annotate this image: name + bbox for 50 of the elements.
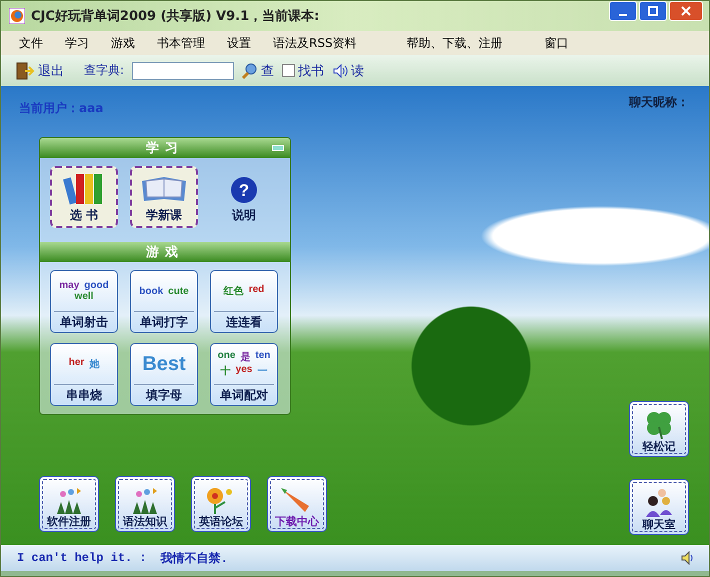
close-icon [681, 6, 691, 16]
status-chinese-text: 我情不自禁. [160, 550, 228, 566]
game-button[interactable]: her 她 串串烧 [50, 343, 118, 406]
side-button[interactable]: 轻松记 [629, 401, 689, 457]
side-button[interactable]: 聊天室 [629, 479, 689, 535]
panel-title: 学习 [146, 140, 184, 157]
game-button[interactable]: may good well 单词射击 [50, 270, 118, 333]
read-button[interactable]: 读 [332, 62, 364, 80]
speaker-icon [681, 551, 695, 565]
menu-item[interactable]: 游戏 [111, 34, 135, 52]
help-icon: ? [229, 175, 259, 205]
dictionary-label: 查字典: [84, 62, 124, 79]
menu-item[interactable]: 语法及RSS资料 [273, 34, 357, 52]
door-arrow-icon [15, 60, 35, 80]
section-title: 游戏 [146, 244, 184, 261]
window-title: CJC好玩背单词2009 (共享版) V9.1，当前课本: [31, 8, 320, 25]
speaker-icon [332, 62, 348, 78]
people-icon [644, 487, 674, 517]
find-book-checkbox[interactable]: 找书 [282, 62, 324, 80]
menu-item[interactable]: 窗口 [544, 34, 569, 52]
study-button[interactable]: ? 说明 [210, 166, 278, 228]
status-english-text: I can't help it. : [17, 551, 147, 565]
clover-icon [644, 409, 674, 439]
close-button[interactable] [669, 1, 703, 21]
study-button[interactable]: 学新课 [130, 166, 198, 228]
minimize-icon [619, 14, 627, 16]
menu-item[interactable]: 文件 [19, 34, 43, 52]
minimize-button[interactable] [609, 1, 637, 21]
game-button[interactable]: book cute 单词打字 [130, 270, 198, 333]
game-button[interactable]: Best 填字母 [130, 343, 198, 406]
menu-item[interactable]: 学习 [65, 34, 89, 52]
game-button[interactable]: one 是 ten 十 yes 一 单词配对 [210, 343, 278, 406]
chat-nickname-label: 聊天昵称： [629, 94, 689, 111]
maximize-button[interactable] [639, 1, 667, 21]
feature-button[interactable]: 语法知识 [115, 476, 175, 532]
feature-button[interactable]: 下载中心 [267, 476, 327, 532]
study-button[interactable]: 选 书 [50, 166, 118, 228]
app-logo-icon [9, 8, 25, 24]
dictionary-input[interactable] [132, 62, 234, 80]
lookup-button[interactable]: 查 [242, 62, 274, 80]
search-icon [242, 62, 258, 78]
feature-button[interactable]: 英语论坛 [191, 476, 251, 532]
game-button[interactable]: 红色 red 连连看 [210, 270, 278, 333]
maximize-icon [648, 6, 658, 16]
menu-item[interactable]: 设置 [227, 34, 251, 52]
feature-button[interactable]: 软件注册 [39, 476, 99, 532]
menu-item[interactable]: 帮助、下载、注册 [406, 34, 503, 52]
menu-item[interactable]: 书本管理 [157, 34, 205, 52]
current-user-label: 当前用户：aaa [19, 100, 104, 117]
exit-button[interactable]: 退出 [15, 60, 64, 80]
